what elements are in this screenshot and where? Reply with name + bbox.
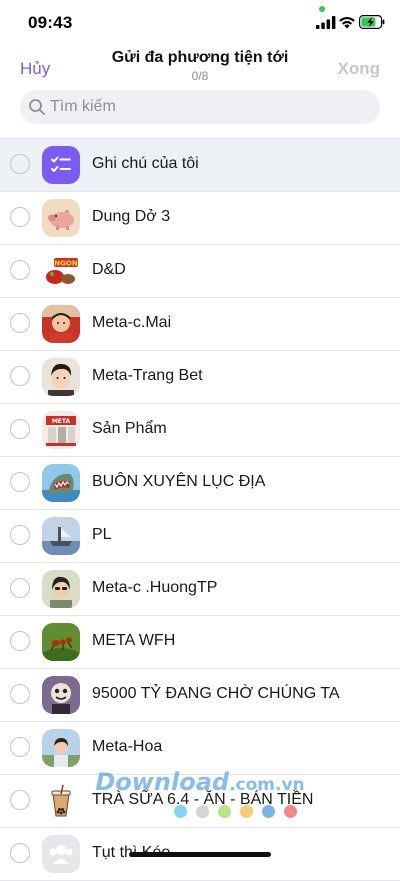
home-indicator[interactable] — [129, 852, 271, 857]
select-radio[interactable] — [10, 154, 30, 174]
contact-name: 95000 TỶ ĐANG CHỜ CHÚNG TA — [92, 685, 340, 702]
select-radio[interactable] — [10, 631, 30, 651]
select-radio[interactable] — [10, 737, 30, 757]
list-item[interactable]: META WFH — [0, 616, 400, 669]
list-item[interactable]: Dung Dở 3 — [0, 192, 400, 245]
contact-name: Sản Phẩm — [92, 420, 167, 437]
list-item[interactable]: Ghi chú của tôi — [0, 139, 400, 192]
notes-icon — [42, 146, 80, 184]
list-item[interactable]: 95000 TỶ ĐANG CHỜ CHÚNG TA — [0, 669, 400, 722]
list-item[interactable]: TRÀ SỮA 6.4 - ĂN - BÁN TIỀN — [0, 775, 400, 828]
select-radio[interactable] — [10, 790, 30, 810]
ant-avatar — [42, 623, 80, 661]
svg-text:NGON: NGON — [54, 260, 78, 268]
search-bar[interactable] — [20, 90, 380, 124]
pig-avatar — [42, 199, 80, 237]
contact-name: Meta-Hoa — [92, 738, 163, 755]
select-radio[interactable] — [10, 578, 30, 598]
list-item[interactable]: Meta-Hoa — [0, 722, 400, 775]
select-radio[interactable] — [10, 472, 30, 492]
search-input[interactable] — [50, 90, 370, 124]
done-button[interactable]: Xong — [338, 59, 381, 79]
child-avatar — [42, 305, 80, 343]
select-radio[interactable] — [10, 419, 30, 439]
wifi-icon — [339, 17, 355, 29]
list-item[interactable]: Meta-c.Mai — [0, 298, 400, 351]
cartoon-avatar — [42, 676, 80, 714]
svg-text:META: META — [52, 418, 71, 425]
contact-name: Meta-c.Mai — [92, 314, 172, 331]
list-item[interactable]: PL — [0, 510, 400, 563]
ngon-food-avatar: NGON — [42, 252, 80, 290]
list-item[interactable]: Meta-Trang Bet — [0, 351, 400, 404]
store-avatar: META — [42, 411, 80, 449]
contact-name: Dung Dở 3 — [92, 208, 171, 225]
portrait-avatar — [42, 358, 80, 396]
select-radio[interactable] — [10, 684, 30, 704]
woman-avatar — [42, 570, 80, 608]
battery-charging-icon — [359, 15, 385, 29]
ship-avatar — [42, 517, 80, 555]
contact-name: Ghi chú của tôi — [92, 155, 199, 172]
contact-name: TRÀ SỮA 6.4 - ĂN - BÁN TIỀN — [92, 791, 314, 808]
select-radio[interactable] — [10, 843, 30, 863]
group-avatar — [42, 835, 80, 873]
contact-list: Ghi chú của tôi Dung Dở 3 NGON D&D Meta-… — [0, 138, 400, 881]
contact-name: D&D — [92, 261, 126, 278]
status-bar: 09:43 — [0, 0, 400, 44]
nav-header: Hủy Gửi đa phương tiện tới 0/8 Xong — [0, 44, 400, 90]
contact-name: META WFH — [92, 632, 176, 649]
bubble-tea-avatar — [42, 782, 80, 820]
contact-name: Meta-c .HuongTP — [92, 579, 218, 596]
search-icon — [29, 99, 45, 115]
select-radio[interactable] — [10, 313, 30, 333]
list-item[interactable]: BUÔN XUYÊN LỤC ĐỊA — [0, 457, 400, 510]
contact-name: PL — [92, 526, 112, 543]
list-item[interactable]: META Sản Phẩm — [0, 404, 400, 457]
select-radio[interactable] — [10, 366, 30, 386]
shark-avatar — [42, 464, 80, 502]
privacy-indicator-dot — [319, 6, 325, 12]
status-time: 09:43 — [28, 13, 73, 32]
select-radio[interactable] — [10, 260, 30, 280]
contact-name: BUÔN XUYÊN LỤC ĐỊA — [92, 473, 266, 490]
contact-name: Meta-Trang Bet — [92, 367, 203, 384]
list-item[interactable]: NGON D&D — [0, 245, 400, 298]
outdoor-avatar — [42, 729, 80, 767]
list-item[interactable]: Meta-c .HuongTP — [0, 563, 400, 616]
select-radio[interactable] — [10, 207, 30, 227]
signal-icon — [316, 16, 336, 29]
select-radio[interactable] — [10, 525, 30, 545]
